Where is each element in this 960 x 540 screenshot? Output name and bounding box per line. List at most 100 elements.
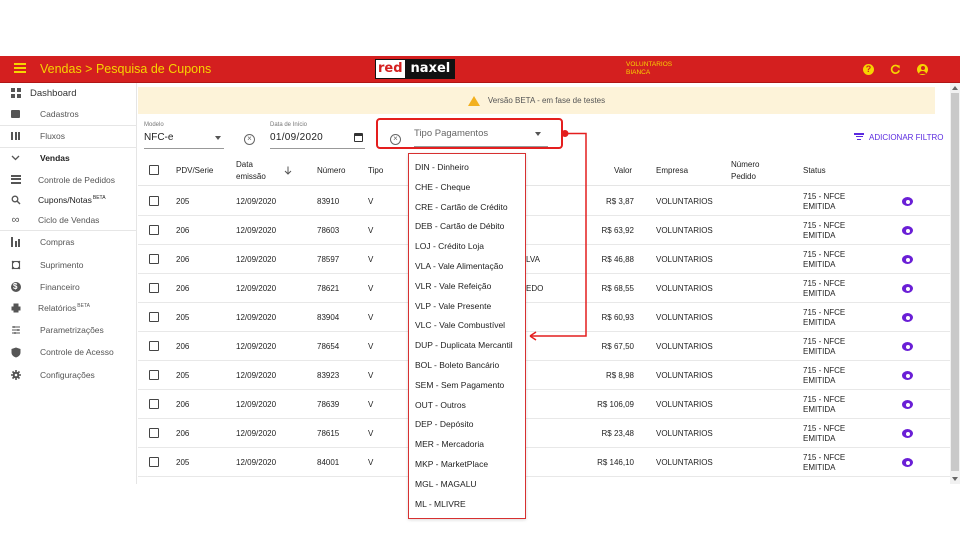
sidebar-item-ciclo-vendas[interactable]: ∞ Ciclo de Vendas: [0, 210, 137, 230]
sidebar-item-controle-pedidos[interactable]: Controle de Pedidos: [0, 170, 137, 190]
dropdown-option[interactable]: MKP - MarketPlace: [415, 459, 488, 469]
dropdown-option[interactable]: ML - MLIVRE: [415, 499, 466, 509]
table-row[interactable]: 206 12/09/2020 78603 V R$ 63,92 VOLUNTARIOS 71…: [138, 216, 950, 245]
sidebar-item-parametrizacoes[interactable]: Parametrizações: [0, 320, 137, 340]
view-eye-icon[interactable]: [902, 458, 913, 467]
dropdown-option[interactable]: SEM - Sem Pagamento: [415, 380, 504, 390]
account-icon[interactable]: [917, 64, 928, 75]
dropdown-option[interactable]: DIN - Dinheiro: [415, 162, 469, 172]
table-row[interactable]: 205 12/09/2020 83904 V R$ 60,93 VOLUNTARIOS 71…: [138, 303, 950, 332]
dropdown-option[interactable]: DUP - Duplicata Mercantil: [415, 340, 513, 350]
table-row[interactable]: 206 12/09/2020 78597 V LVA R$ 46,88 VOLUNTARIO…: [138, 245, 950, 274]
logo-red: red: [375, 59, 406, 79]
user-login: BIANCA: [626, 69, 651, 76]
cell-numero: 83910: [317, 196, 340, 206]
calendar-icon[interactable]: [354, 133, 363, 142]
sidebar-item-dashboard[interactable]: Dashboard: [0, 83, 137, 103]
view-eye-icon[interactable]: [902, 429, 913, 438]
sidebar-item-compras[interactable]: Compras: [0, 232, 137, 252]
sidebar-item-label: Fluxos: [40, 131, 66, 141]
sidebar-item-controle-acesso[interactable]: Controle de Acesso: [0, 342, 137, 362]
dropdown-option[interactable]: VLA - Vale Alimentação: [415, 261, 503, 271]
field-underline: [270, 148, 365, 149]
row-checkbox[interactable]: [149, 254, 159, 264]
header-pdv[interactable]: PDV/Serie: [176, 155, 213, 186]
sidebar-item-suprimento[interactable]: Suprimento: [0, 255, 137, 275]
sidebar-item-relatorios[interactable]: RelatóriosBETA: [0, 298, 137, 318]
table-row[interactable]: 205 12/09/2020 83923 V R$ 8,98 VOLUNTARIOS 715…: [138, 361, 950, 390]
user-name[interactable]: VOLUNTARIOS BIANCA: [626, 61, 686, 77]
cell-tipo: V: [368, 312, 374, 322]
header-valor[interactable]: Valor: [614, 155, 632, 186]
table-row[interactable]: 206 12/09/2020 78639 V R$ 106,09 VOLUNTARIOS 7…: [138, 390, 950, 419]
view-eye-icon[interactable]: [902, 313, 913, 322]
sidebar-item-cadastros[interactable]: Cadastros: [0, 104, 137, 124]
hamburger-menu-icon[interactable]: [14, 63, 26, 73]
header-status[interactable]: Status: [803, 155, 826, 186]
dropdown-option[interactable]: VLP - Vale Presente: [415, 301, 491, 311]
view-eye-icon[interactable]: [902, 197, 913, 206]
sidebar-item-financeiro[interactable]: $ Financeiro: [0, 277, 137, 297]
view-eye-icon[interactable]: [902, 342, 913, 351]
dropdown-option[interactable]: VLR - Vale Refeição: [415, 281, 491, 291]
table-row[interactable]: 205 12/09/2020 83910 V R$ 3,87 VOLUNTARIOS 715…: [138, 187, 950, 216]
cell-empresa: VOLUNTARIOS: [656, 370, 713, 380]
sidebar-item-cupons-notas[interactable]: Cupons/NotasBETA: [0, 190, 137, 210]
header-tipo[interactable]: Tipo: [368, 155, 383, 186]
dropdown-option[interactable]: CRE - Cartão de Crédito: [415, 202, 508, 212]
header-empresa[interactable]: Empresa: [656, 155, 688, 186]
view-eye-icon[interactable]: [902, 284, 913, 293]
view-eye-icon[interactable]: [902, 400, 913, 409]
dropdown-option[interactable]: OUT - Outros: [415, 400, 466, 410]
status-line2: EMITIDA: [803, 230, 836, 240]
add-filter-button[interactable]: ADICIONAR FILTRO: [854, 133, 944, 142]
sidebar-item-label: Dashboard: [30, 87, 77, 99]
dropdown-option[interactable]: VLC - Vale Combustível: [415, 320, 505, 330]
dropdown-option[interactable]: CHE - Cheque: [415, 182, 470, 192]
view-eye-icon[interactable]: [902, 226, 913, 235]
clear-modelo-icon[interactable]: ×: [244, 134, 255, 145]
row-checkbox[interactable]: [149, 283, 159, 293]
row-checkbox[interactable]: [149, 399, 159, 409]
table-row[interactable]: 206 12/09/2020 78615 V R$ 23,48 VOLUNTARIOS 71…: [138, 419, 950, 448]
print-icon: [10, 303, 21, 314]
vertical-scrollbar[interactable]: [950, 83, 960, 484]
row-checkbox[interactable]: [149, 225, 159, 235]
row-checkbox[interactable]: [149, 370, 159, 380]
table-row[interactable]: 205 12/09/2020 84001 V R$ 146,10 VOLUNTARIOS 7…: [138, 448, 950, 477]
data-inicio-field[interactable]: Data de Início 01/09/2020: [270, 122, 365, 149]
table-row[interactable]: 206 12/09/2020 78621 V EDO R$ 68,55 VOLUNTARIO…: [138, 274, 950, 303]
status-line2: EMITIDA: [803, 433, 836, 443]
cell-numero: 78603: [317, 225, 340, 235]
row-checkbox[interactable]: [149, 312, 159, 322]
header-data-emissao[interactable]: Data emissão: [236, 155, 266, 186]
sort-arrow-down-icon[interactable]: [284, 155, 292, 186]
table-row[interactable]: 206 12/09/2020 78654 V R$ 67,50 VOLUNTARIOS 71…: [138, 332, 950, 361]
row-checkbox[interactable]: [149, 341, 159, 351]
scroll-up-arrow-icon[interactable]: [952, 86, 958, 90]
dropdown-option[interactable]: BOL - Boleto Bancário: [415, 360, 499, 370]
modelo-select[interactable]: Modelo NFC-e: [144, 122, 224, 149]
header-data-line1: Data: [236, 159, 253, 169]
dropdown-option[interactable]: DEB - Cartão de Débito: [415, 221, 504, 231]
view-eye-icon[interactable]: [902, 371, 913, 380]
dropdown-option[interactable]: DEP - Depósito: [415, 419, 473, 429]
dropdown-option[interactable]: MER - Mercadoria: [415, 439, 484, 449]
sidebar-item-configuracoes[interactable]: Configurações: [0, 365, 137, 385]
refresh-icon[interactable]: [890, 64, 901, 75]
scrollbar-thumb[interactable]: [951, 93, 959, 471]
sidebar-item-fluxos[interactable]: Fluxos: [0, 126, 137, 146]
sidebar-item-vendas[interactable]: Vendas: [0, 148, 137, 168]
row-checkbox[interactable]: [149, 428, 159, 438]
select-all-checkbox[interactable]: [149, 165, 159, 175]
header-numero-pedido[interactable]: Número Pedido: [731, 155, 759, 186]
row-checkbox[interactable]: [149, 457, 159, 467]
header-numero[interactable]: Número: [317, 155, 345, 186]
dropdown-option[interactable]: MGL - MAGALU: [415, 479, 477, 489]
row-checkbox[interactable]: [149, 196, 159, 206]
help-icon[interactable]: ?: [863, 64, 874, 75]
sidebar-item-label: Cadastros: [40, 109, 79, 119]
view-eye-icon[interactable]: [902, 255, 913, 264]
scroll-down-arrow-icon[interactable]: [952, 477, 958, 481]
dropdown-option[interactable]: LOJ - Crédito Loja: [415, 241, 484, 251]
